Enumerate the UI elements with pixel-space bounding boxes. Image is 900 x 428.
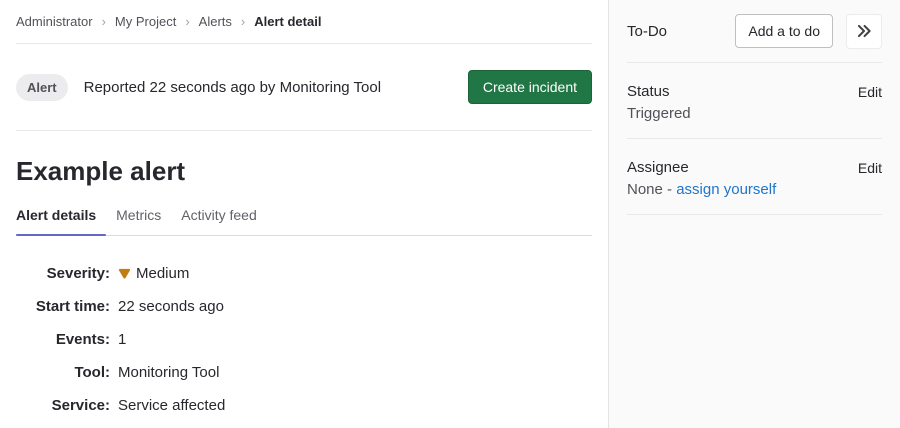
detail-label: Severity: (16, 264, 110, 283)
breadcrumb-separator-icon: › (102, 14, 106, 29)
assignee-section: Assignee Edit None - assign yourself (627, 139, 882, 215)
status-label: Status (627, 83, 670, 100)
tab-alert-details[interactable]: Alert details (16, 187, 106, 235)
alert-summary-bar: Alert Reported 22 seconds ago by Monitor… (16, 44, 592, 131)
detail-row-start-time: Start time: 22 seconds ago (16, 297, 592, 316)
assignee-none-text: None - (627, 181, 676, 198)
detail-label: Events: (16, 330, 110, 349)
alert-tabs: Alert details Metrics Activity feed (16, 187, 592, 236)
assignee-value: None - assign yourself (627, 181, 882, 198)
breadcrumb-item-administrator[interactable]: Administrator (16, 14, 93, 29)
collapse-sidebar-button[interactable] (846, 14, 882, 49)
right-sidebar: To-Do Add a to do Status Edit Triggered … (608, 0, 900, 428)
detail-value: Monitoring Tool (118, 363, 219, 382)
breadcrumb-item-my-project[interactable]: My Project (115, 14, 176, 29)
status-value: Triggered (627, 105, 882, 122)
detail-row-tool: Tool: Monitoring Tool (16, 363, 592, 382)
severity-value-text: Medium (136, 264, 189, 283)
alert-details-list: Severity: Medium Start time: 22 seconds … (16, 264, 592, 415)
severity-medium-icon (118, 267, 131, 280)
breadcrumb-separator-icon: › (185, 14, 189, 29)
todo-label: To-Do (627, 23, 667, 40)
create-incident-button[interactable]: Create incident (468, 70, 592, 104)
detail-row-events: Events: 1 (16, 330, 592, 349)
detail-value: Service affected (118, 396, 225, 415)
alert-type-badge: Alert (16, 74, 68, 101)
add-todo-button[interactable]: Add a to do (735, 14, 833, 48)
breadcrumb: Administrator › My Project › Alerts › Al… (16, 0, 592, 44)
detail-row-severity: Severity: Medium (16, 264, 592, 283)
todo-section: To-Do Add a to do (627, 0, 882, 63)
assign-yourself-link[interactable]: assign yourself (676, 181, 776, 198)
assignee-edit-button[interactable]: Edit (858, 160, 882, 176)
alert-detail-main: Administrator › My Project › Alerts › Al… (0, 0, 608, 428)
tab-metrics[interactable]: Metrics (106, 187, 171, 235)
detail-label: Service: (16, 396, 110, 415)
detail-value: 1 (118, 330, 126, 349)
chevron-double-right-icon (855, 22, 873, 40)
tab-activity-feed[interactable]: Activity feed (171, 187, 266, 235)
detail-label: Start time: (16, 297, 110, 316)
status-section: Status Edit Triggered (627, 63, 882, 139)
detail-label: Tool: (16, 363, 110, 382)
assignee-label: Assignee (627, 159, 689, 176)
reported-text: Reported 22 seconds ago by Monitoring To… (84, 79, 381, 96)
detail-value: 22 seconds ago (118, 297, 224, 316)
breadcrumb-separator-icon: › (241, 14, 245, 29)
breadcrumb-item-alert-detail: Alert detail (254, 14, 321, 29)
breadcrumb-item-alerts[interactable]: Alerts (199, 14, 232, 29)
status-edit-button[interactable]: Edit (858, 84, 882, 100)
page-title: Example alert (16, 155, 592, 187)
detail-row-service: Service: Service affected (16, 396, 592, 415)
detail-value: Medium (118, 264, 189, 283)
